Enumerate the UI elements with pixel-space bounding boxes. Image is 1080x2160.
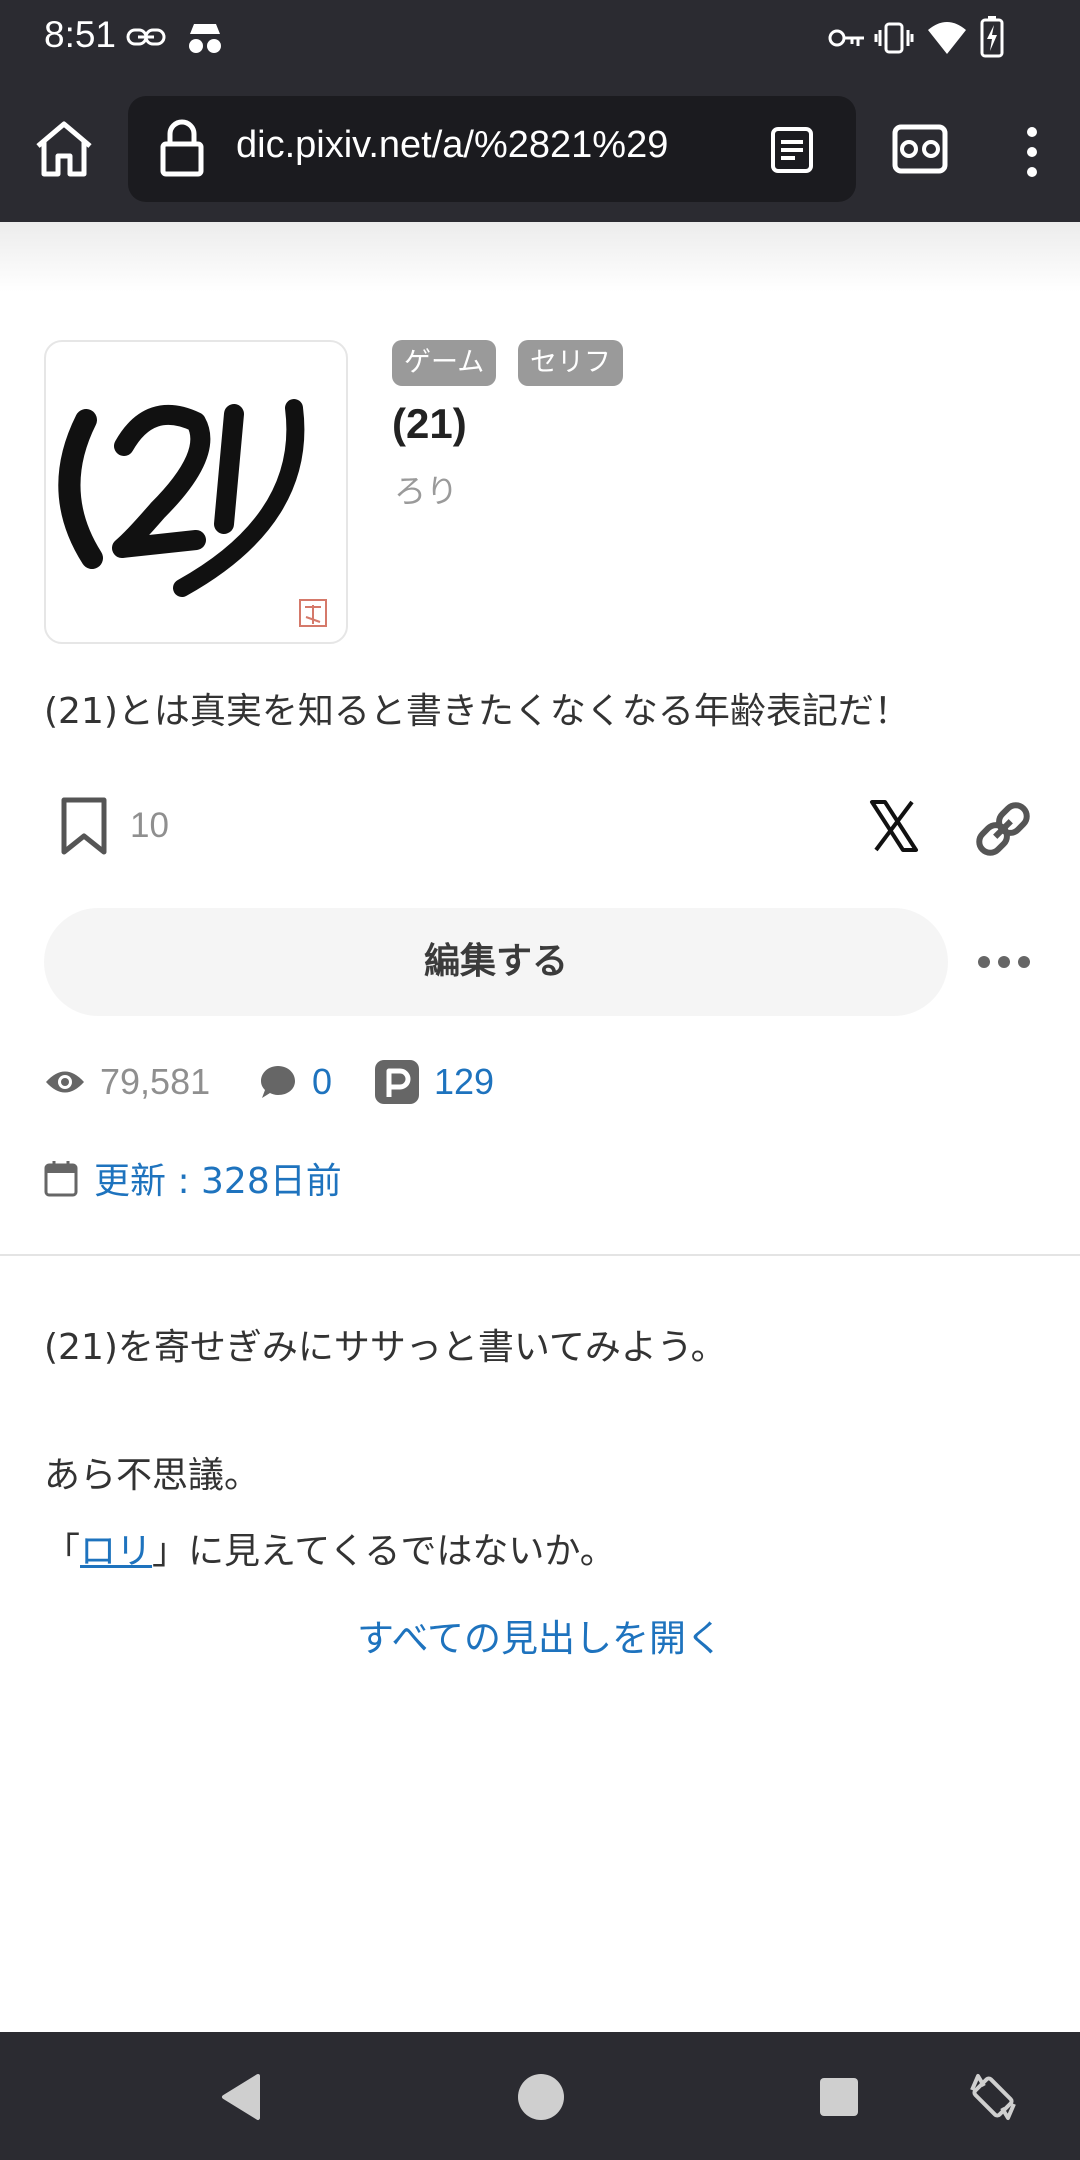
updated-info[interactable]: 更新 : 328日前	[44, 1150, 342, 1206]
more-options-icon[interactable]	[976, 944, 1032, 980]
article-summary: (21)とは真実を知ると書きたくなくなる年齢表記だ！	[44, 691, 910, 732]
updated-text[interactable]: 更新 : 328日前	[94, 1152, 342, 1204]
wifi-icon	[928, 22, 966, 54]
vibrate-icon	[874, 22, 914, 54]
open-all-headings-link[interactable]: すべての見出しを開く	[0, 1608, 1080, 1662]
quote-rest: 」に見えてくるではないか。	[152, 1531, 616, 1572]
chrome-shadow	[0, 222, 1080, 292]
home-icon[interactable]	[32, 118, 96, 180]
pixiv-works-stat[interactable]: 129	[374, 1054, 494, 1110]
comment-icon	[261, 1066, 295, 1098]
link-status-icon	[126, 28, 166, 46]
bookmark-count: 10	[130, 806, 169, 845]
tag-serif[interactable]: セリフ	[518, 340, 623, 386]
copy-link-icon[interactable]	[970, 796, 1036, 862]
back-icon[interactable]	[218, 2072, 264, 2122]
menu-icon[interactable]	[1020, 124, 1044, 180]
comments-stat[interactable]: 0	[258, 1054, 332, 1110]
lock-icon[interactable]	[158, 118, 206, 178]
battery-charging-icon	[980, 16, 1004, 58]
eye-icon	[46, 1071, 84, 1093]
quote-open: 「	[44, 1531, 81, 1572]
status-time: 8:51	[44, 14, 117, 55]
views-count: 79,581	[100, 1061, 211, 1102]
body-paragraph-2: あら不思議。	[44, 1455, 261, 1496]
vpn-key-icon	[828, 29, 864, 47]
article-title: (21)	[392, 400, 467, 447]
recents-icon[interactable]	[818, 2076, 860, 2118]
pixiv-works-count[interactable]: 129	[434, 1061, 494, 1103]
section-divider	[0, 1254, 1080, 1256]
tag-game[interactable]: ゲーム	[392, 340, 497, 386]
bookmark-icon[interactable]	[60, 796, 108, 856]
article-thumbnail[interactable]	[44, 340, 348, 644]
body-paragraph-3: 「ロリ」に見えてくるではないか。	[44, 1522, 616, 1574]
reader-mode-icon[interactable]	[770, 126, 814, 174]
rotate-screen-icon[interactable]	[968, 2072, 1018, 2122]
tab-switcher-icon[interactable]	[892, 124, 948, 174]
thumbnail-calligraphy-image	[58, 399, 327, 627]
body-paragraph-1: (21)を寄せぎみにササっと書いてみよう。	[44, 1327, 727, 1368]
home-nav-icon[interactable]	[516, 2072, 566, 2122]
incognito-status-icon	[189, 24, 221, 53]
pixiv-icon	[375, 1060, 419, 1104]
url-text[interactable]: dic.pixiv.net/a/%2821%29	[236, 124, 668, 167]
loli-link[interactable]: ロリ	[80, 1531, 152, 1572]
calendar-icon	[44, 1161, 78, 1197]
views-stat: 79,581	[44, 1054, 210, 1110]
edit-button[interactable]: 編集する	[44, 908, 948, 1016]
x-share-icon[interactable]	[868, 796, 920, 856]
comments-count[interactable]: 0	[312, 1061, 332, 1103]
article-reading: ろり	[394, 472, 459, 510]
